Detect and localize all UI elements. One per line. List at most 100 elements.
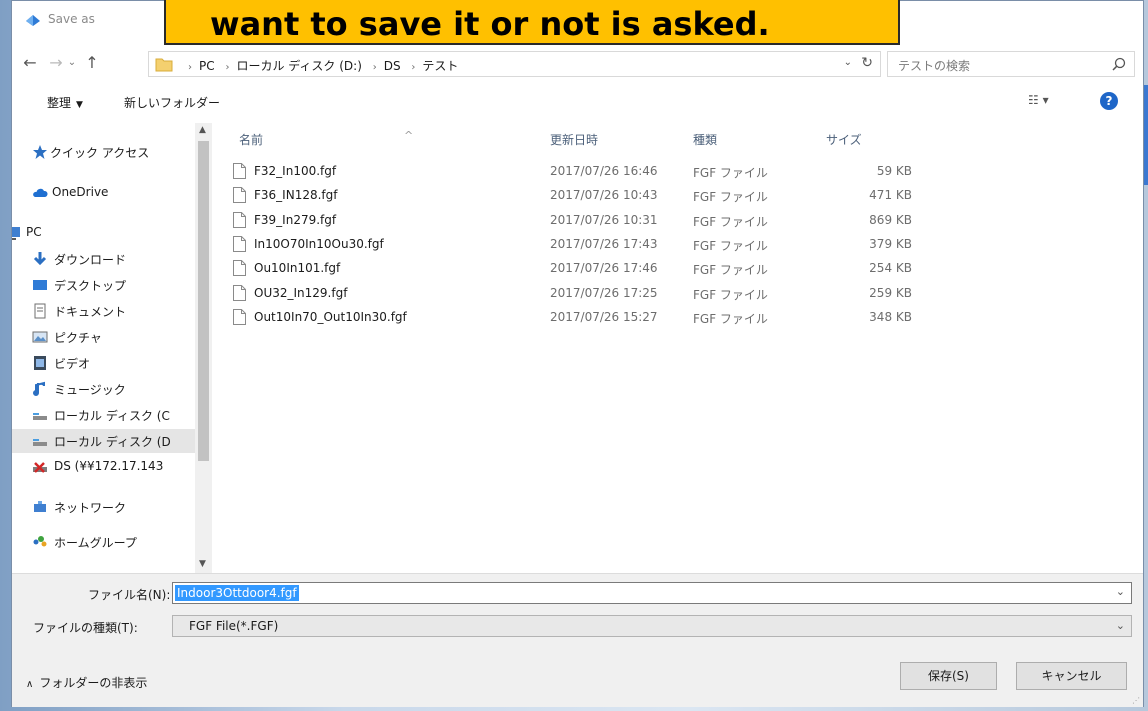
file-name: Ou10In101.fgf — [254, 261, 341, 276]
save-as-dialog: Save as want to save it or not is asked.… — [11, 0, 1144, 707]
column-header-type[interactable]: 種類 — [693, 131, 717, 148]
file-size: 471 KB — [869, 188, 912, 203]
hide-folders-button[interactable]: ∧ フォルダーの非表示 — [26, 674, 147, 691]
file-icon — [233, 163, 246, 179]
chevron-down-icon[interactable]: ⌄ — [844, 57, 852, 68]
star-icon — [33, 145, 47, 159]
address-bar[interactable]: › PC › ローカル ディスク (D:) › DS › テスト ⌄ ↻ — [148, 51, 881, 77]
file-size: 254 KB — [869, 261, 912, 276]
file-icon — [233, 235, 246, 252]
sidebar-item[interactable]: OneDrive — [12, 181, 202, 205]
file-icon — [233, 211, 246, 228]
column-header-date[interactable]: 更新日時 — [550, 131, 598, 148]
search-icon[interactable] — [1112, 57, 1126, 71]
document-icon — [34, 303, 46, 319]
file-date: 2017/07/26 15:27 — [550, 309, 658, 324]
sidebar-item[interactable]: クイック アクセス — [12, 140, 202, 164]
sidebar-item[interactable]: ダウンロード — [12, 247, 202, 271]
sidebar-item-label: ミュージック — [54, 383, 126, 397]
sidebar-item[interactable]: ビデオ — [12, 351, 202, 375]
view-options-icon[interactable]: ☷ ▾ — [1028, 93, 1068, 113]
download-icon — [33, 252, 47, 266]
app-icon — [26, 15, 40, 26]
file-row[interactable]: F36_IN128.fgf 2017/07/26 10:43 FGF ファイル 471… — [217, 184, 1117, 208]
sidebar-item[interactable]: PC — [12, 221, 202, 245]
folder-icon — [155, 58, 173, 72]
scroll-down-icon[interactable]: ▼ — [199, 559, 206, 569]
chevron-down-icon[interactable]: ⌄ — [1116, 619, 1125, 632]
sidebar-item-label: ビデオ — [54, 357, 91, 371]
organize-button[interactable]: 整理 ▼ — [47, 94, 83, 111]
filename-input[interactable]: Indoor3Ottdoor4.fgf ⌄ — [172, 582, 1132, 604]
scroll-up-icon[interactable]: ▲ — [199, 125, 206, 135]
file-name: F39_In279.fgf — [254, 212, 337, 227]
sidebar-item-label: デスクトップ — [54, 279, 127, 293]
drive-icon — [33, 413, 47, 420]
sidebar-item-label: ドキュメント — [54, 305, 127, 319]
sidebar-item-label: ローカル ディスク (D — [54, 435, 171, 449]
file-row[interactable]: In10O70In10Ou30.fgf 2017/07/26 17:43 FGF フ… — [217, 233, 1117, 257]
refresh-icon[interactable]: ↻ — [861, 55, 873, 71]
back-icon[interactable]: ← — [20, 53, 40, 73]
sidebar-item[interactable]: デスクトップ — [12, 273, 202, 297]
chevron-down-icon[interactable]: ⌄ — [1116, 585, 1125, 598]
file-name: F32_In100.fgf — [254, 164, 337, 178]
filetype-value: FGF File(*.FGF) — [189, 619, 279, 633]
column-header-size[interactable]: サイズ — [826, 131, 862, 148]
file-date: 2017/07/26 10:31 — [550, 212, 658, 227]
desktop-icon — [33, 280, 47, 290]
scrollbar-thumb[interactable] — [198, 141, 209, 461]
breadcrumb-pc[interactable]: PC — [199, 59, 215, 73]
sidebar-item-label: ホームグループ — [54, 536, 137, 550]
up-icon[interactable]: ↑ — [82, 53, 102, 73]
cancel-button[interactable]: キャンセル — [1016, 662, 1127, 690]
file-row[interactable]: OU32_In129.fgf 2017/07/26 17:25 FGF ファイル 25… — [217, 282, 1117, 306]
sidebar-item-label: クイック アクセス — [50, 146, 150, 160]
sidebar-item[interactable]: ローカル ディスク (D — [12, 429, 202, 453]
file-date: 2017/07/26 17:25 — [550, 285, 658, 300]
help-icon[interactable]: ? — [1100, 92, 1118, 110]
file-row[interactable]: F32_In100.fgf 2017/07/26 16:46 FGF ファイル 59 … — [217, 160, 1117, 184]
sidebar-item[interactable]: ホームグループ — [12, 530, 202, 554]
search-input[interactable]: テストの検索 — [887, 51, 1135, 77]
resize-grip-icon[interactable]: ⋰ — [1132, 696, 1140, 705]
command-toolbar: 整理 ▼ 新しいフォルダー ☷ ▾ ? — [12, 89, 1143, 117]
file-row[interactable]: F39_In279.fgf 2017/07/26 10:31 FGF ファイル 869… — [217, 209, 1117, 233]
file-size: 348 KB — [869, 309, 912, 324]
breadcrumb-test[interactable]: テスト — [422, 59, 458, 73]
file-date: 2017/07/26 17:43 — [550, 236, 658, 251]
breadcrumb-ds[interactable]: DS — [384, 59, 401, 73]
sidebar-item[interactable]: DS (¥¥172.17.143 — [12, 455, 202, 479]
sidebar-item[interactable]: ミュージック — [12, 377, 202, 401]
file-row[interactable]: Ou10In101.fgf 2017/07/26 17:46 FGF ファイル 254… — [217, 257, 1117, 281]
recent-locations-icon[interactable]: ⌄ — [66, 53, 78, 73]
filename-value[interactable]: Indoor3Ottdoor4.fgf — [175, 585, 299, 601]
sidebar-item[interactable]: ローカル ディスク (C — [12, 403, 202, 427]
save-button[interactable]: 保存(S) — [900, 662, 997, 690]
file-icon — [233, 308, 246, 325]
sidebar-item-label: ピクチャ — [54, 331, 102, 345]
filetype-label: ファイルの種類(T): — [33, 621, 138, 635]
sidebar-item-label: ダウンロード — [54, 253, 127, 267]
sidebar-item-label: OneDrive — [52, 185, 109, 199]
file-type: FGF ファイル — [693, 214, 768, 229]
network-drive-icon — [33, 462, 47, 473]
file-icon — [233, 187, 246, 204]
column-header-name[interactable]: 名前 ^ — [239, 129, 413, 148]
sidebar-item[interactable]: ネットワーク — [12, 495, 202, 519]
file-date: 2017/07/26 10:43 — [550, 188, 658, 203]
file-name: OU32_In129.fgf — [254, 285, 348, 300]
homegroup-icon — [33, 536, 47, 547]
caret-up-icon: ∧ — [26, 679, 34, 690]
navigation-scrollbar[interactable]: ▲ ▼ — [195, 123, 212, 573]
new-folder-button[interactable]: 新しいフォルダー — [124, 94, 220, 111]
filetype-select[interactable]: FGF File(*.FGF) ⌄ — [172, 615, 1132, 637]
forward-icon[interactable]: → — [46, 53, 66, 73]
sidebar-item-label: PC — [26, 225, 42, 239]
file-size: 259 KB — [869, 285, 912, 300]
file-row[interactable]: Out10In70_Out10In30.fgf 2017/07/26 15:27 F… — [217, 306, 1117, 330]
sidebar-item[interactable]: ピクチャ — [12, 325, 202, 349]
sidebar-item[interactable]: ドキュメント — [12, 299, 202, 323]
sidebar-item-label: ローカル ディスク (C — [54, 409, 170, 423]
breadcrumb-local-disk-d[interactable]: ローカル ディスク (D:) — [236, 59, 361, 73]
